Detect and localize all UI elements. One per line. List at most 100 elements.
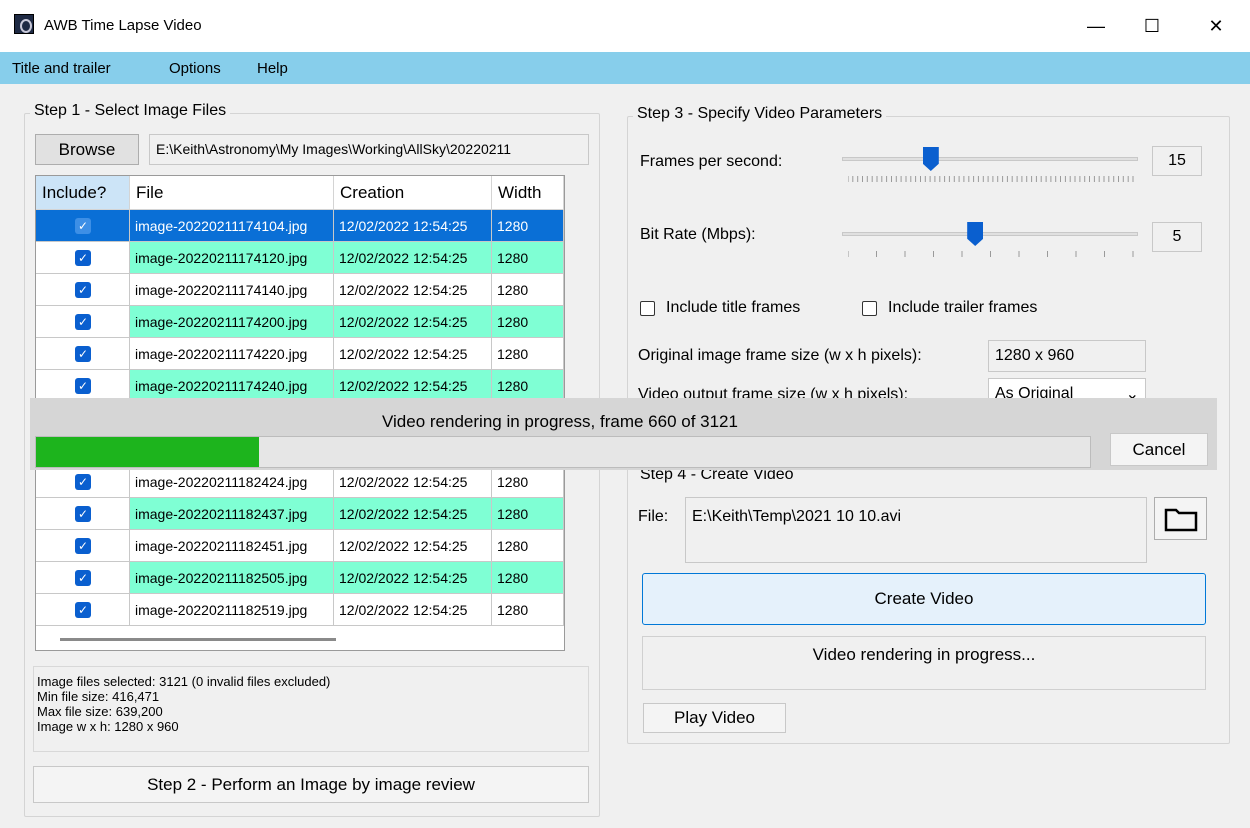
- file-label: File:: [638, 508, 669, 525]
- include-checkbox[interactable]: ✓: [75, 250, 91, 266]
- cell-file: image-20220211182505.jpg: [130, 562, 334, 594]
- fps-label: Frames per second:: [640, 153, 783, 170]
- cell-width: 1280: [492, 210, 564, 242]
- include-checkbox[interactable]: ✓: [75, 474, 91, 490]
- menu-options[interactable]: Options: [169, 60, 221, 77]
- app-icon: [14, 14, 34, 34]
- cell-file: image-20220211182519.jpg: [130, 594, 334, 626]
- table-row[interactable]: ✓ image-20220211182519.jpg 12/02/2022 12:5…: [36, 594, 564, 626]
- cell-file: image-20220211182424.jpg: [130, 466, 334, 498]
- include-cell[interactable]: ✓: [36, 562, 130, 594]
- fps-slider-track[interactable]: [842, 157, 1138, 161]
- table-row[interactable]: ✓ image-20220211182437.jpg 12/02/2022 12:5…: [36, 498, 564, 530]
- cell-file: image-20220211174200.jpg: [130, 306, 334, 338]
- table-row[interactable]: ✓ image-20220211174200.jpg 12/02/2022 12:5…: [36, 306, 564, 338]
- play-video-button[interactable]: Play Video: [643, 703, 786, 733]
- include-title-label[interactable]: Include title frames: [666, 299, 800, 317]
- cell-file: image-20220211174140.jpg: [130, 274, 334, 306]
- column-header-file[interactable]: File: [130, 176, 334, 210]
- bitrate-slider-track[interactable]: [842, 232, 1138, 236]
- close-button[interactable]: ✕: [1186, 0, 1246, 52]
- table-row[interactable]: ✓ image-20220211174220.jpg 12/02/2022 12:5…: [36, 338, 564, 370]
- include-cell[interactable]: ✓: [36, 466, 130, 498]
- horizontal-scrollbar[interactable]: [60, 638, 336, 641]
- title-bar: AWB Time Lapse Video — ☐ ✕: [0, 0, 1250, 52]
- output-file-field[interactable]: E:\Keith\Temp\2021 10 10.avi: [685, 497, 1147, 563]
- include-cell[interactable]: ✓: [36, 338, 130, 370]
- step1-title: Step 1 - Select Image Files: [30, 102, 231, 120]
- column-header-creation[interactable]: Creation: [334, 176, 492, 210]
- select-output-folder-button[interactable]: [1154, 497, 1207, 540]
- table-row[interactable]: ✓ image-20220211182505.jpg 12/02/2022 12:5…: [36, 562, 564, 594]
- menu-bar: Title and trailer Options Help: [0, 52, 1250, 84]
- include-checkbox[interactable]: ✓: [75, 506, 91, 522]
- menu-title-and-trailer[interactable]: Title and trailer: [12, 60, 111, 77]
- bitrate-label: Bit Rate (Mbps):: [640, 226, 756, 243]
- include-trailer-checkbox[interactable]: [862, 301, 877, 316]
- cell-creation: 12/02/2022 12:54:25: [334, 530, 492, 562]
- cell-width: 1280: [492, 594, 564, 626]
- maximize-button[interactable]: ☐: [1122, 0, 1182, 52]
- minimize-button[interactable]: —: [1066, 0, 1126, 52]
- table-row[interactable]: ✓ image-20220211174140.jpg 12/02/2022 12:5…: [36, 274, 564, 306]
- include-checkbox[interactable]: ✓: [75, 314, 91, 330]
- fps-value-field[interactable]: 15: [1152, 146, 1202, 176]
- include-checkbox[interactable]: ✓: [75, 570, 91, 586]
- include-checkbox[interactable]: ✓: [75, 602, 91, 618]
- cancel-button[interactable]: Cancel: [1110, 433, 1208, 466]
- folder-path-field[interactable]: E:\Keith\Astronomy\My Images\Working\All…: [149, 134, 589, 165]
- include-checkbox[interactable]: ✓: [75, 282, 91, 298]
- cell-width: 1280: [492, 338, 564, 370]
- cell-creation: 12/02/2022 12:54:25: [334, 338, 492, 370]
- cell-creation: 12/02/2022 12:54:25: [334, 242, 492, 274]
- include-cell[interactable]: ✓: [36, 498, 130, 530]
- original-size-field: 1280 x 960: [988, 340, 1146, 372]
- cell-creation: 12/02/2022 12:54:25: [334, 466, 492, 498]
- summary-max-size: Max file size: 639,200: [37, 704, 163, 719]
- menu-help[interactable]: Help: [257, 60, 288, 77]
- summary-dimensions: Image w x h: 1280 x 960: [37, 719, 179, 734]
- cell-creation: 12/02/2022 12:54:25: [334, 594, 492, 626]
- cell-width: 1280: [492, 274, 564, 306]
- cell-creation: 12/02/2022 12:54:25: [334, 210, 492, 242]
- table-row[interactable]: ✓ image-20220211174104.jpg 12/02/2022 12:5…: [36, 210, 564, 242]
- cell-creation: 12/02/2022 12:54:25: [334, 306, 492, 338]
- cell-width: 1280: [492, 562, 564, 594]
- cell-width: 1280: [492, 530, 564, 562]
- image-review-button[interactable]: Step 2 - Perform an Image by image revie…: [33, 766, 589, 803]
- include-trailer-label[interactable]: Include trailer frames: [888, 299, 1037, 317]
- column-header-width[interactable]: Width: [492, 176, 564, 210]
- cell-width: 1280: [492, 498, 564, 530]
- summary-files-selected: Image files selected: 3121 (0 invalid fi…: [37, 674, 331, 689]
- table-row[interactable]: ✓ image-20220211182424.jpg 12/02/2022 12:5…: [36, 466, 564, 498]
- bitrate-slider-ticks: [848, 251, 1134, 257]
- browse-button[interactable]: Browse: [35, 134, 139, 165]
- cell-file: image-20220211174104.jpg: [130, 210, 334, 242]
- include-cell[interactable]: ✓: [36, 274, 130, 306]
- bitrate-value-field[interactable]: 5: [1152, 222, 1202, 252]
- fps-slider-ticks: [848, 176, 1134, 182]
- column-header-include[interactable]: Include?: [36, 176, 130, 210]
- summary-min-size: Min file size: 416,471: [37, 689, 160, 704]
- cell-creation: 12/02/2022 12:54:25: [334, 498, 492, 530]
- table-row[interactable]: ✓ image-20220211174120.jpg 12/02/2022 12:5…: [36, 242, 564, 274]
- cell-file: image-20220211174220.jpg: [130, 338, 334, 370]
- include-checkbox[interactable]: ✓: [75, 378, 91, 394]
- include-checkbox[interactable]: ✓: [75, 218, 91, 234]
- render-status-text: Video rendering in progress...: [642, 636, 1206, 690]
- cell-width: 1280: [492, 466, 564, 498]
- progress-bar: [35, 436, 1091, 468]
- include-cell[interactable]: ✓: [36, 306, 130, 338]
- include-cell[interactable]: ✓: [36, 210, 130, 242]
- create-video-button[interactable]: Create Video: [642, 573, 1206, 625]
- table-row[interactable]: ✓ image-20220211182451.jpg 12/02/2022 12:5…: [36, 530, 564, 562]
- include-checkbox[interactable]: ✓: [75, 538, 91, 554]
- include-checkbox[interactable]: ✓: [75, 346, 91, 362]
- include-cell[interactable]: ✓: [36, 242, 130, 274]
- folder-icon: [1164, 508, 1197, 531]
- cell-width: 1280: [492, 306, 564, 338]
- include-cell[interactable]: ✓: [36, 530, 130, 562]
- progress-overlay: Video rendering in progress, frame 660 o…: [30, 398, 1217, 470]
- include-title-checkbox[interactable]: [640, 301, 655, 316]
- include-cell[interactable]: ✓: [36, 594, 130, 626]
